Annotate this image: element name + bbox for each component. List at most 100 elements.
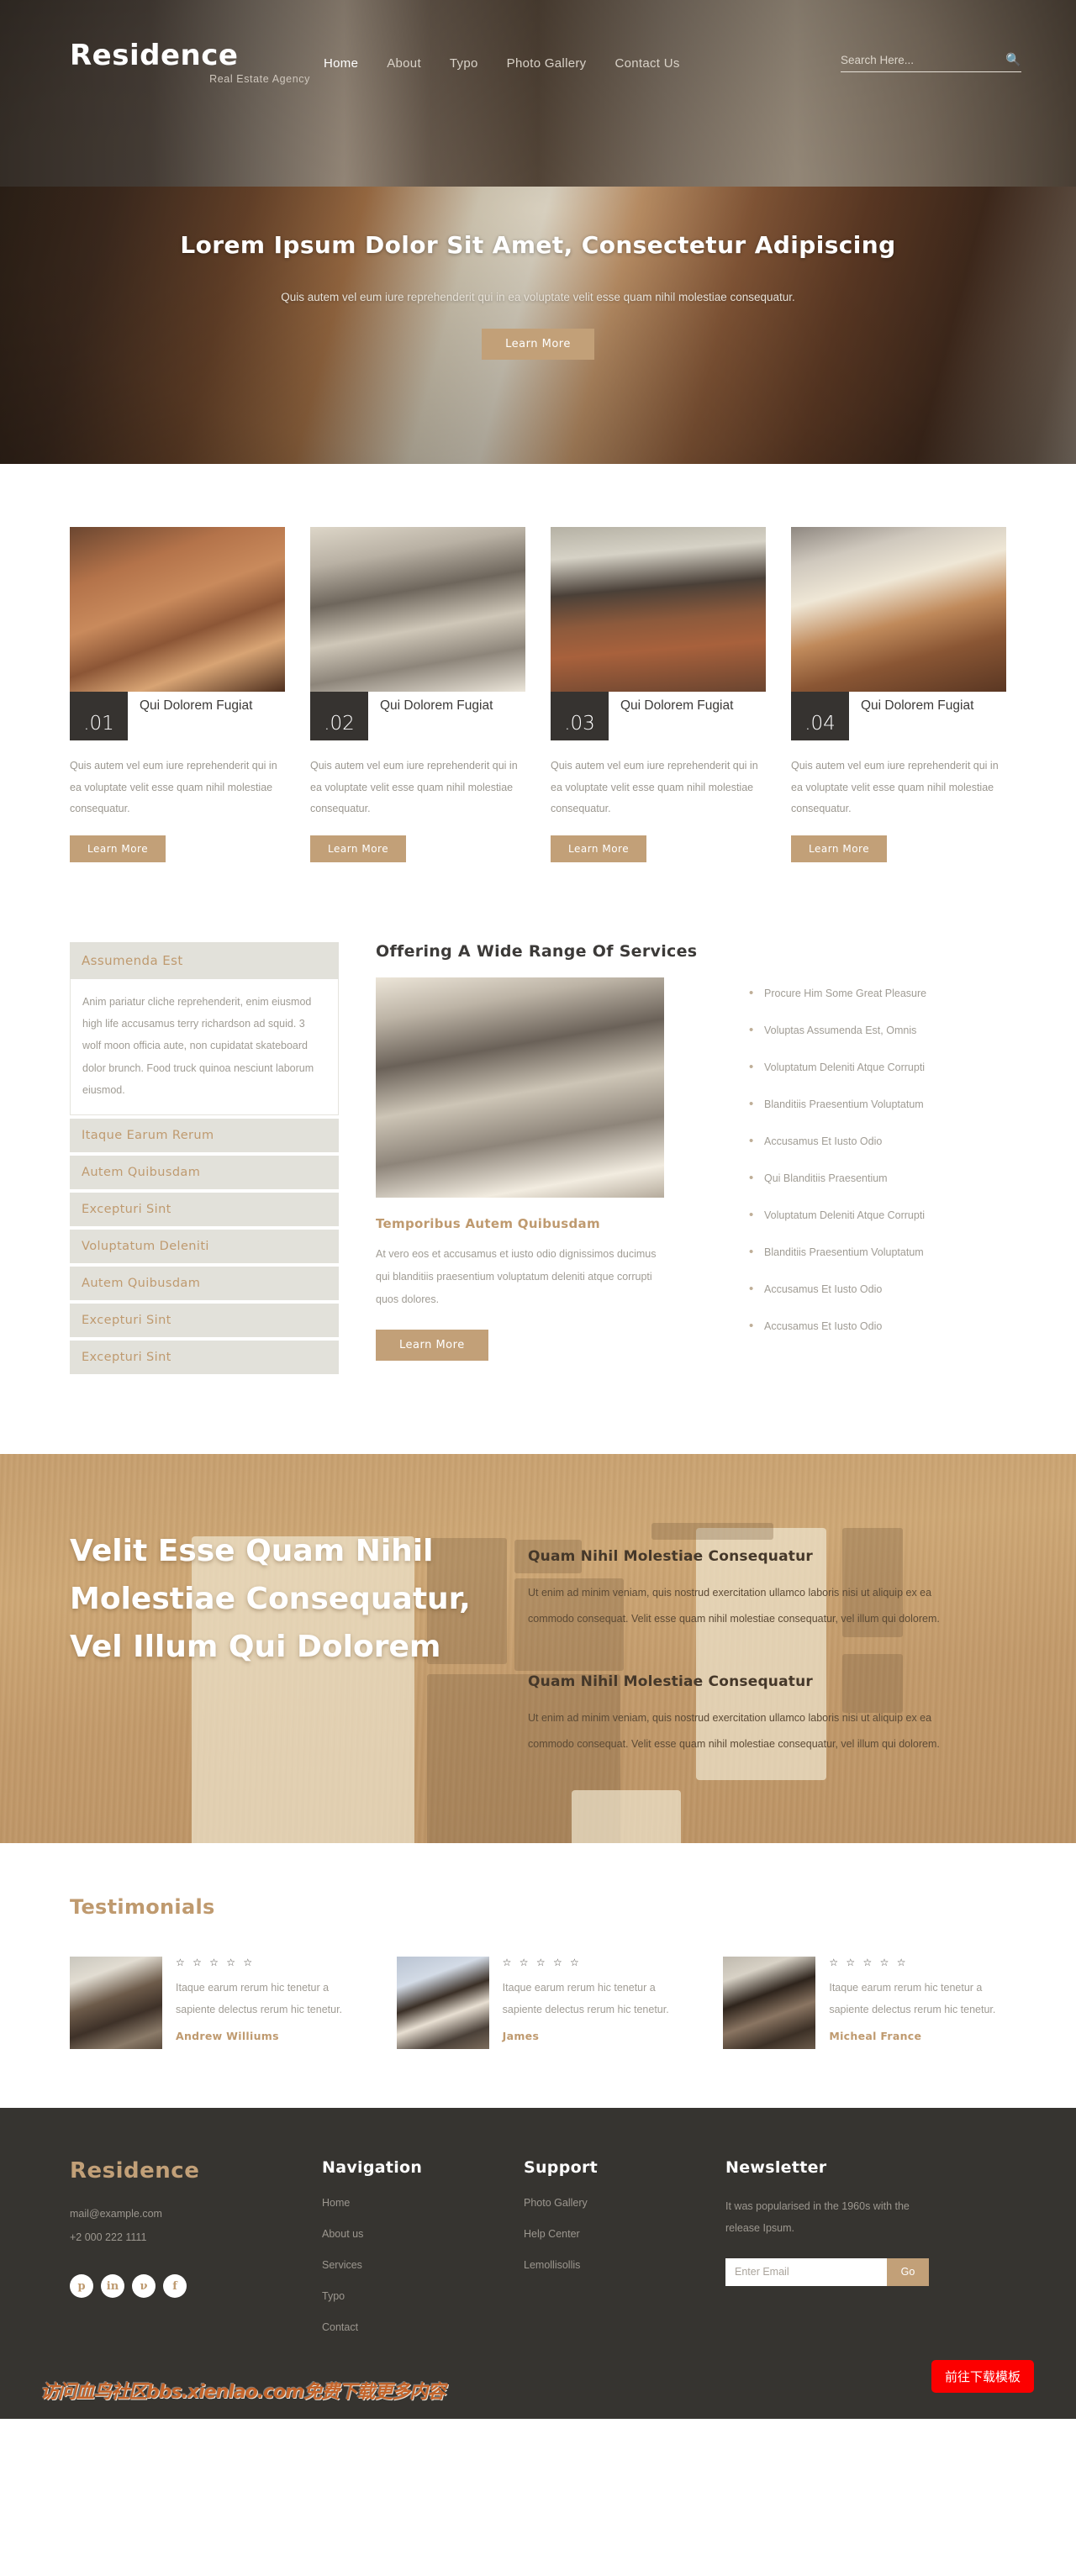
testimonial-author: Andrew Williums — [176, 2030, 279, 2043]
hero-learn-more-button[interactable]: Learn More — [482, 329, 594, 361]
footer-link-help-center[interactable]: Help Center — [524, 2228, 580, 2240]
footer-link-photo-gallery[interactable]: Photo Gallery — [524, 2197, 588, 2209]
footer-newsletter-heading: Newsletter — [725, 2158, 827, 2178]
feature-card-title: Qui Dolorem Fugiat — [620, 698, 734, 713]
feature-card-learn-more-button[interactable]: Learn More — [310, 835, 407, 862]
brand-tagline: Real Estate Agency — [209, 73, 310, 85]
accordion-item-autem-quibusdam-2[interactable]: Autem Quibusdam — [70, 1267, 339, 1301]
feature-card-image — [551, 527, 766, 692]
pinterest-icon[interactable]: p — [70, 2274, 93, 2299]
footer-newsletter-text: It was popularised in the 1960s with the… — [725, 2200, 910, 2235]
service-list-item[interactable]: Blanditiis Praesentium Voluptatum — [749, 1097, 1006, 1111]
services-image — [376, 977, 664, 1198]
site-header: Residence Real Estate Agency Home About … — [0, 0, 1076, 126]
accordion-item-excepturi-sint-2[interactable]: Excepturi Sint — [70, 1304, 339, 1338]
feature-card-number: .04 — [791, 692, 849, 740]
cta-block-title: Quam Nihil Molestiae Consequatur — [528, 1673, 813, 1690]
feature-card: .03 Qui Dolorem Fugiat Quis autem vel eu… — [551, 527, 766, 862]
nav-item-home[interactable]: Home — [324, 56, 358, 71]
service-list-item[interactable]: Accusamus Et Iusto Odio — [749, 1282, 1006, 1296]
cta-heading-column: Velit Esse Quam Nihil Molestiae Consequa… — [70, 1528, 528, 1757]
accordion-item-autem-quibusdam[interactable]: Autem Quibusdam — [70, 1156, 339, 1190]
testimonials-heading: Testimonials — [70, 1895, 215, 1920]
feature-card-text: Quis autem vel eum iure reprehenderit qu… — [791, 760, 999, 815]
feature-card-header: .04 Qui Dolorem Fugiat — [791, 692, 1006, 740]
feature-card-learn-more-button[interactable]: Learn More — [791, 835, 888, 862]
footer-newsletter-column: Newsletter It was popularised in the 196… — [725, 2158, 969, 2351]
search-box: 🔍 — [841, 54, 1021, 72]
footer-link-contact[interactable]: Contact — [322, 2321, 358, 2333]
facebook-icon[interactable]: f — [163, 2274, 187, 2299]
service-list-item[interactable]: Blanditiis Praesentium Voluptatum — [749, 1245, 1006, 1259]
services-feature-list: Procure Him Some Great Pleasure Voluptas… — [749, 942, 1006, 1374]
service-list-item[interactable]: Accusamus Et Iusto Odio — [749, 1134, 1006, 1148]
accordion-panel-body: Anim pariatur cliche reprehenderit, enim… — [70, 978, 339, 1116]
linkedin-icon[interactable]: in — [101, 2274, 124, 2299]
cta-text-column: Quam Nihil Molestiae Consequatur Ut enim… — [528, 1528, 1006, 1757]
accordion-item-excepturi-sint-3[interactable]: Excepturi Sint — [70, 1341, 339, 1375]
footer-email[interactable]: mail@example.com — [70, 2202, 322, 2226]
hero-content: Lorem Ipsum Dolor Sit Amet, Consectetur … — [0, 126, 1076, 361]
nav-item-typo[interactable]: Typo — [450, 56, 478, 71]
footer-link-services[interactable]: Services — [322, 2259, 362, 2271]
testimonial-author: James — [502, 2030, 540, 2043]
feature-card-image — [791, 527, 1006, 692]
rating-stars-icon: ☆ ☆ ☆ ☆ ☆ — [176, 1957, 256, 1969]
accordion-item-itaque-earum-rerum[interactable]: Itaque Earum Rerum — [70, 1119, 339, 1153]
rating-stars-icon: ☆ ☆ ☆ ☆ ☆ — [829, 1957, 909, 1969]
newsletter-go-button[interactable]: Go — [887, 2257, 929, 2286]
cta-heading: Velit Esse Quam Nihil Molestiae Consequa… — [70, 1534, 471, 1664]
feature-card-title: Qui Dolorem Fugiat — [861, 698, 974, 713]
nav-item-photo-gallery[interactable]: Photo Gallery — [507, 56, 587, 71]
cta-block-title: Quam Nihil Molestiae Consequatur — [528, 1548, 813, 1566]
features-section: .01 Qui Dolorem Fugiat Quis autem vel eu… — [0, 464, 1076, 942]
brand-name: Residence — [70, 39, 239, 72]
hero-title: Lorem Ipsum Dolor Sit Amet, Consectetur … — [180, 231, 896, 259]
footer-support-column: Support Photo Gallery Help Center Lemoll… — [524, 2158, 725, 2351]
accordion-header-assumenda-est[interactable]: Assumenda Est — [70, 941, 339, 979]
hero-subtitle: Quis autem vel eum iure reprehenderit qu… — [281, 291, 795, 303]
rating-stars-icon: ☆ ☆ ☆ ☆ ☆ — [502, 1957, 582, 1969]
footer-link-typo[interactable]: Typo — [322, 2290, 345, 2302]
search-input[interactable] — [841, 54, 1006, 66]
watermark-text: 访问血鸟社区bbs.xienlao.com免费下载更多内容 — [40, 2382, 446, 2404]
download-template-button[interactable]: 前往下载模板 — [931, 2360, 1034, 2394]
feature-card: .01 Qui Dolorem Fugiat Quis autem vel eu… — [70, 527, 285, 862]
service-list-item[interactable]: Voluptas Assumenda Est, Omnis — [749, 1023, 1006, 1037]
feature-card-header: .01 Qui Dolorem Fugiat — [70, 692, 285, 740]
search-icon[interactable]: 🔍 — [1005, 54, 1021, 66]
service-list-item[interactable]: Qui Blanditiis Praesentium — [749, 1171, 1006, 1185]
footer-logo[interactable]: Residence — [70, 2158, 322, 2184]
accordion-item-excepturi-sint[interactable]: Excepturi Sint — [70, 1193, 339, 1227]
feature-card-title: Qui Dolorem Fugiat — [380, 698, 493, 713]
footer-link-home[interactable]: Home — [322, 2197, 350, 2209]
footer-link-about-us[interactable]: About us — [322, 2228, 363, 2240]
brand-logo[interactable]: Residence Real Estate Agency — [55, 41, 315, 85]
feature-card-header: .03 Qui Dolorem Fugiat — [551, 692, 766, 740]
cta-band-section: Velit Esse Quam Nihil Molestiae Consequa… — [0, 1454, 1076, 1844]
nav-item-contact-us[interactable]: Contact Us — [614, 56, 679, 71]
service-list-item[interactable]: Accusamus Et Iusto Odio — [749, 1319, 1006, 1333]
testimonial-author: Micheal France — [829, 2030, 922, 2043]
footer-link-lemollisollis[interactable]: Lemollisollis — [524, 2259, 580, 2271]
services-heading: Offering A Wide Range Of Services — [376, 941, 698, 961]
footer-phone[interactable]: +2 000 222 1111 — [70, 2226, 322, 2249]
main-navigation: Home About Typo Photo Gallery Contact Us — [315, 56, 824, 71]
feature-card-image — [70, 527, 285, 692]
vimeo-icon[interactable]: ν — [132, 2274, 156, 2299]
service-list-item[interactable]: Voluptatum Deleniti Atque Corrupti — [749, 1060, 1006, 1074]
footer-navigation-heading: Navigation — [322, 2158, 423, 2178]
nav-item-about[interactable]: About — [387, 56, 421, 71]
services-learn-more-button[interactable]: Learn More — [376, 1329, 488, 1361]
services-subheading: Temporibus Autem Quibusdam — [376, 1215, 600, 1231]
feature-card-header: .02 Qui Dolorem Fugiat — [310, 692, 525, 740]
newsletter-email-input[interactable] — [725, 2257, 887, 2286]
feature-card-image — [310, 527, 525, 692]
feature-card-learn-more-button[interactable]: Learn More — [551, 835, 647, 862]
services-main-column: Offering A Wide Range Of Services Tempor… — [376, 942, 712, 1374]
service-list-item[interactable]: Voluptatum Deleniti Atque Corrupti — [749, 1208, 1006, 1222]
service-list-item[interactable]: Procure Him Some Great Pleasure — [749, 986, 1006, 1000]
feature-card-learn-more-button[interactable]: Learn More — [70, 835, 166, 862]
feature-card-list: .01 Qui Dolorem Fugiat Quis autem vel eu… — [55, 527, 1021, 862]
accordion-item-voluptatum-deleniti[interactable]: Voluptatum Deleniti — [70, 1230, 339, 1264]
